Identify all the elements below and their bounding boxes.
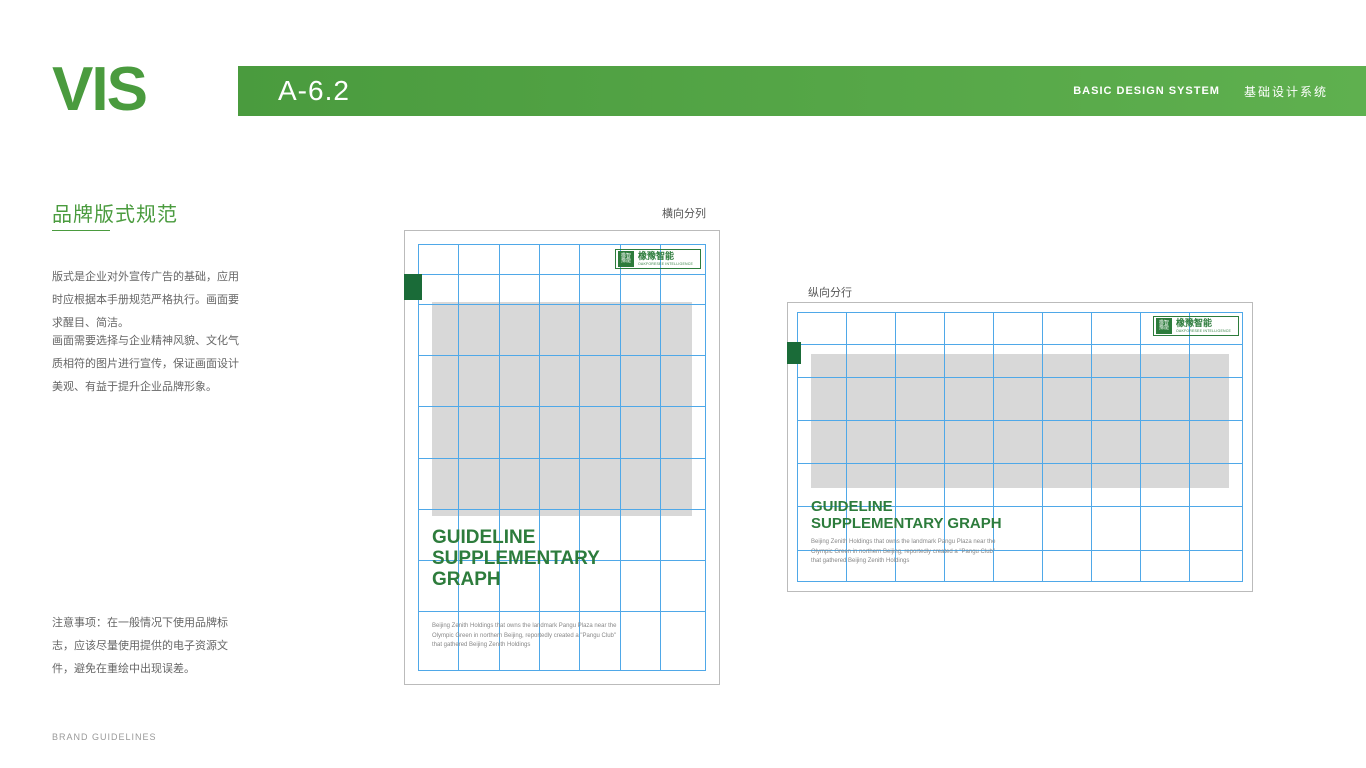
label-vertical: 纵向分行 — [808, 284, 852, 300]
mock-subtext-landscape: Beijing Zenith Holdings that owns the la… — [811, 538, 1031, 567]
grid-portrait — [418, 244, 706, 671]
section-title: 品牌版式规范 — [52, 198, 178, 227]
note-text: 注意事项：在一般情况下使用品牌标志，应该尽量使用提供的电子资源文件，避免在重绘中… — [52, 612, 242, 681]
brand-logo-landscape: 橡智豫能 橡豫智能OAKFORESEE INTELLIGENCE — [1153, 316, 1239, 336]
body-text-1: 版式是企业对外宣传广告的基础，应用时应根据本手册规范严格执行。画面要求醒目、简洁… — [52, 266, 242, 335]
mockup-landscape: 橡智豫能 橡豫智能OAKFORESEE INTELLIGENCE GUIDELI… — [787, 302, 1253, 592]
page-code: A-6.2 — [278, 75, 350, 107]
header-bar: A-6.2 BASIC DESIGN SYSTEM 基础设计系统 — [238, 66, 1366, 116]
section-underline — [52, 230, 110, 231]
header-right: BASIC DESIGN SYSTEM 基础设计系统 — [1073, 83, 1328, 100]
green-tab-icon — [787, 342, 801, 364]
mockup-portrait: 橡智豫能 橡豫智能OAKFORESEE INTELLIGENCE GUIDELI… — [404, 230, 720, 685]
green-tab-icon — [404, 274, 422, 300]
footer-label: BRAND GUIDELINES — [52, 732, 157, 742]
vis-logo: VIS — [52, 54, 146, 125]
header-cn-label: 基础设计系统 — [1244, 83, 1328, 100]
body-text-2: 画面需要选择与企业精神风貌、文化气质相符的图片进行宣传，保证画面设计美观、有益于… — [52, 330, 242, 399]
mock-headline-landscape: GUIDELINE SUPPLEMENTARY GRAPH — [811, 498, 1002, 533]
header-en-label: BASIC DESIGN SYSTEM — [1073, 85, 1220, 97]
mock-headline-portrait: GUIDELINE SUPPLEMENTARY GRAPH — [432, 528, 600, 591]
mock-subtext-portrait: Beijing Zenith Holdings that owns the la… — [432, 622, 632, 651]
label-horizontal: 横向分列 — [662, 205, 706, 221]
brand-logo-portrait: 橡智豫能 橡豫智能OAKFORESEE INTELLIGENCE — [615, 249, 701, 269]
